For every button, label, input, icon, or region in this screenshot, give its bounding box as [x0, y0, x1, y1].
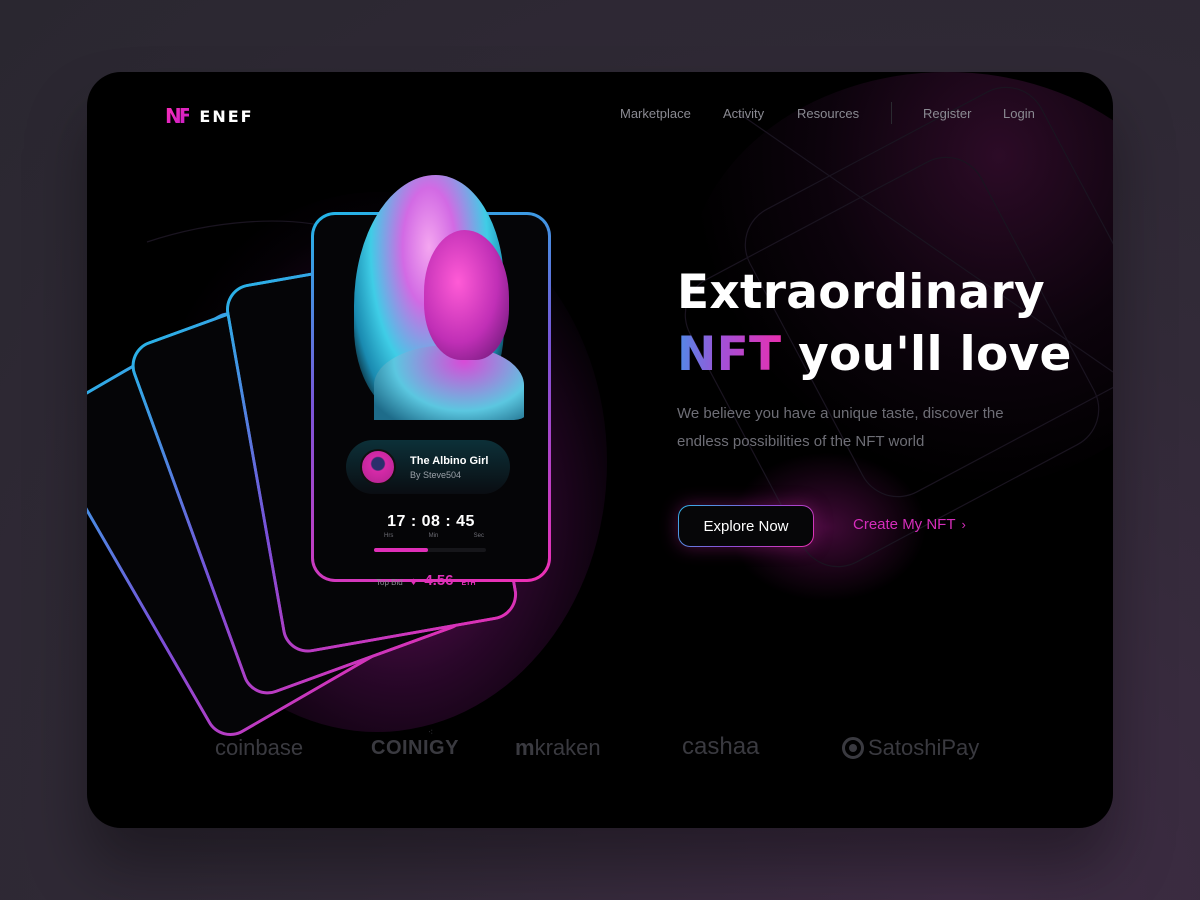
timer-label-seconds: Sec — [473, 533, 484, 539]
timer-separator: : — [410, 513, 417, 530]
hero-title-line1: Extraordinary — [677, 265, 1045, 320]
partner-logo-cashaa: cashaa — [682, 733, 760, 760]
hero-title: Extraordinary NFT you'll love — [677, 262, 1072, 386]
hero-title-rest: you'll love — [781, 327, 1072, 382]
nft-creator: By Steve504 — [410, 469, 462, 480]
nft-card-stack: The Albino Girl By Steve504 17 : 08 : 45… — [87, 175, 607, 746]
auction-progress-bar — [374, 548, 486, 552]
brand-logo[interactable]: NF ENEF — [165, 104, 254, 128]
nft-name: The Albino Girl — [410, 454, 489, 467]
nav-item-activity[interactable]: Activity — [723, 106, 764, 121]
explore-now-button[interactable]: Explore Now — [678, 505, 814, 547]
creator-avatar[interactable] — [360, 449, 396, 485]
nav-item-marketplace[interactable]: Marketplace — [620, 106, 691, 121]
featured-nft-card[interactable]: The Albino Girl By Steve504 17 : 08 : 45… — [311, 175, 551, 589]
timer-minutes: 08 — [421, 513, 441, 530]
top-bid-value: 4.56 — [424, 572, 454, 589]
nav-divider — [891, 102, 892, 124]
satoshipay-icon — [842, 737, 864, 759]
chevron-right-icon: › — [961, 517, 966, 532]
partner-logo-coinigy: COINIGY — [371, 737, 459, 759]
top-bid-unit: ETH — [461, 580, 476, 587]
logo-mark-icon: NF — [165, 104, 192, 128]
partner-logos: coinbase ⁖ COINIGY mkraken cashaa Satosh… — [87, 727, 1113, 771]
top-bid-label: Top Bid — [376, 578, 403, 587]
timer-hours: 17 — [387, 513, 406, 530]
ethereum-icon: ♦ — [410, 576, 417, 588]
partner-logo-kraken: mkraken — [515, 735, 601, 761]
nav-item-resources[interactable]: Resources — [797, 106, 859, 121]
timer-label-minutes: Min — [428, 533, 439, 539]
create-my-nft-label: Create My NFT — [853, 516, 956, 533]
timer-label-hours: Hrs — [384, 533, 394, 539]
nft-artwork — [344, 175, 534, 420]
landing-page-frame: NF ENEF Marketplace Activity Resources R… — [87, 72, 1113, 828]
nft-info-pill: The Albino Girl By Steve504 — [346, 440, 510, 494]
top-bid: Top Bid ♦ 4.56 ETH — [376, 572, 476, 589]
hero-description: We believe you have a unique taste, disc… — [677, 405, 1004, 450]
register-link[interactable]: Register — [923, 106, 971, 121]
auction-timer: 17 : 08 : 45 — [314, 513, 548, 531]
login-link[interactable]: Login — [1003, 106, 1035, 121]
auction-progress-fill — [374, 548, 428, 552]
timer-labels: Hrs Min Sec — [384, 533, 484, 539]
create-my-nft-button[interactable]: Create My NFT › — [853, 516, 966, 533]
brand-name: ENEF — [199, 106, 254, 126]
timer-separator: : — [445, 513, 452, 530]
partner-logo-coinbase: coinbase — [215, 735, 304, 760]
satoshipay-name: SatoshiPay — [868, 735, 980, 760]
hero-title-highlight: NFT — [677, 327, 782, 382]
timer-seconds: 45 — [456, 513, 475, 530]
kraken-name: kraken — [534, 735, 601, 760]
kraken-icon: m — [515, 735, 535, 760]
artwork-face — [424, 230, 509, 360]
partner-logo-satoshipay: SatoshiPay — [842, 735, 979, 761]
